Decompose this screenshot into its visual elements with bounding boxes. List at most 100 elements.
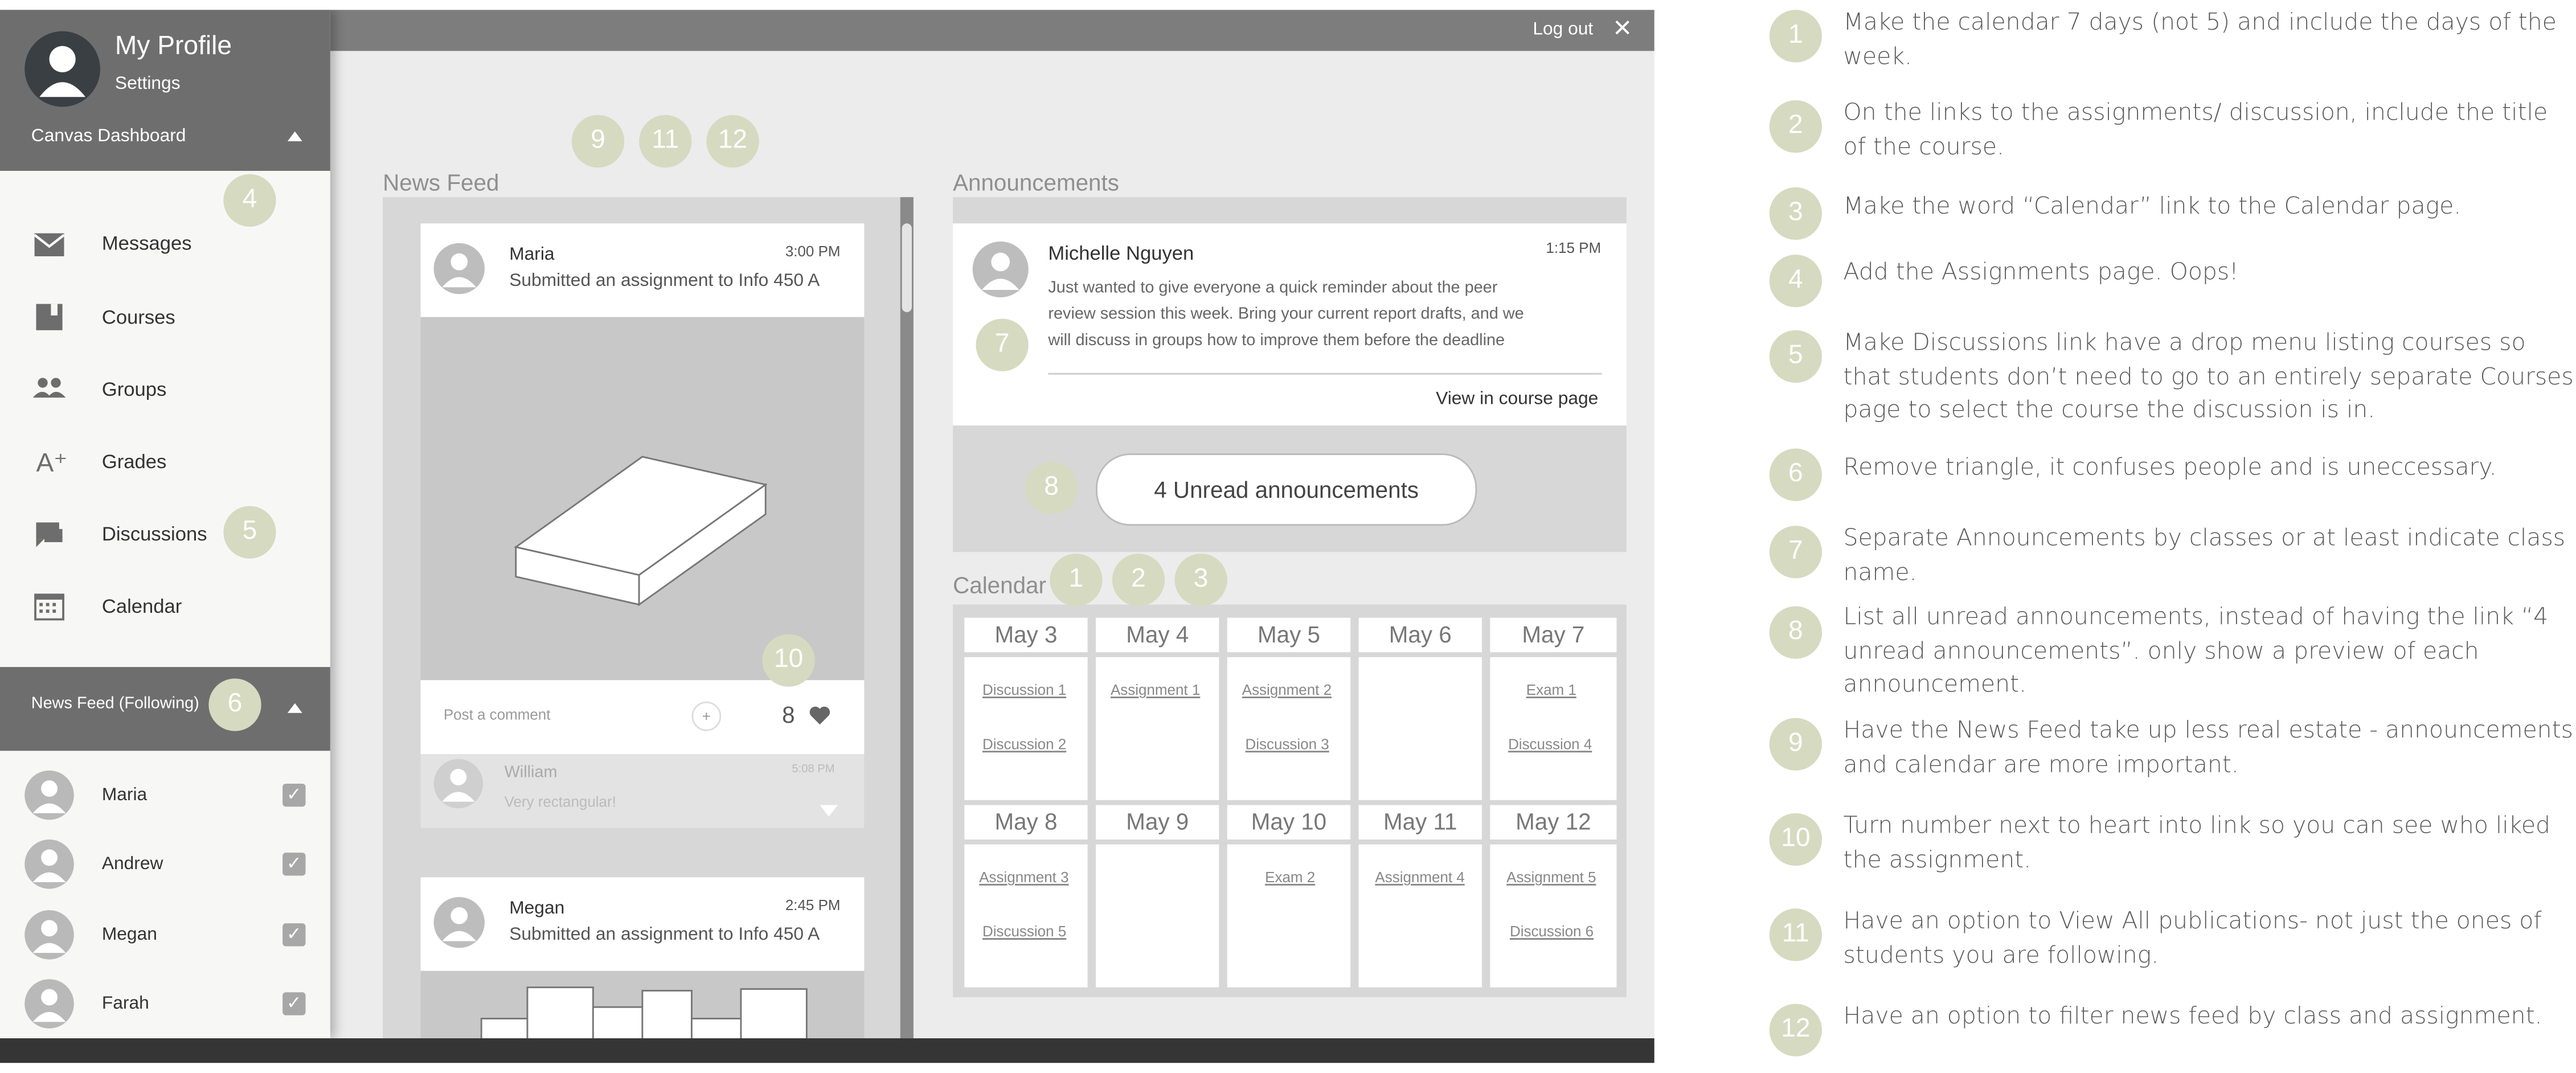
plus-icon: +: [702, 708, 711, 725]
view-in-course-link[interactable]: View in course page: [1436, 390, 1598, 409]
announcement-time: 1:15 PM: [1546, 240, 1602, 256]
note-text: Make the word “Calendar” link to the Cal…: [1843, 194, 2462, 220]
calendar-event-link[interactable]: Discussion 4: [1508, 736, 1592, 752]
calendar-event-link[interactable]: Discussion 2: [982, 736, 1066, 752]
calendar-event-link[interactable]: Assignment 4: [1375, 869, 1464, 886]
calendar-event-link[interactable]: Exam 1: [1526, 682, 1576, 698]
calendar-day-header: May 4: [1096, 617, 1219, 653]
calendar-cell: [1096, 657, 1219, 800]
profile-header: My Profile Settings Canvas Dashboard: [0, 10, 330, 171]
follow-checkbox[interactable]: ✓: [282, 992, 306, 1015]
note-badge: 8: [1769, 606, 1823, 659]
heart-icon[interactable]: [808, 705, 831, 726]
news-feed-scrollbar[interactable]: [900, 197, 914, 1039]
calendar-cell: [1490, 844, 1617, 988]
calendar-icon: [34, 593, 64, 621]
calendar-cell: [1227, 844, 1351, 988]
announcement-body-line: review session this week. Bring your cur…: [1048, 305, 1524, 324]
collapse-triangle-icon[interactable]: [287, 131, 302, 142]
calendar-event-link[interactable]: Discussion 6: [1510, 923, 1594, 940]
sidebar: My Profile Settings Canvas Dashboard Mes…: [0, 10, 330, 1039]
following-header-label[interactable]: News Feed (Following): [31, 695, 199, 713]
calendar-event-link[interactable]: Assignment 5: [1506, 869, 1596, 886]
expand-triangle-icon[interactable]: [820, 805, 838, 817]
settings-link[interactable]: Settings: [115, 74, 181, 94]
post-text: Submitted an assignment to Info 450 A: [509, 271, 820, 291]
note-text: Have an option to View All publications-…: [1843, 908, 2542, 969]
calendar-event-link[interactable]: Discussion 5: [982, 923, 1066, 940]
calendar-day-header: May 5: [1227, 617, 1351, 653]
collapse-triangle-icon[interactable]: [287, 703, 302, 713]
reply-text: Very rectangular!: [504, 793, 616, 810]
follow-checkbox[interactable]: ✓: [282, 923, 306, 947]
following-name[interactable]: Farah: [102, 994, 149, 1014]
feed-post-header: Maria 3:00 PM Submitted an assignment to…: [420, 223, 865, 317]
divider: [1048, 372, 1602, 375]
nav-calendar[interactable]: Calendar: [102, 595, 182, 617]
nav-groups[interactable]: Groups: [102, 378, 167, 400]
bottom-bar: [0, 1038, 1654, 1063]
follow-checkbox[interactable]: ✓: [282, 783, 306, 807]
note-text: Turn number next to heart into link so y…: [1843, 813, 2551, 874]
post-image[interactable]: [420, 317, 865, 681]
following-name[interactable]: Maria: [102, 785, 147, 805]
marker-badge: 12: [706, 114, 759, 168]
following-name[interactable]: Andrew: [102, 854, 163, 874]
note-text: Make the calendar 7 days (not 5) and inc…: [1843, 10, 2557, 70]
avatar: [24, 839, 74, 889]
calendar-cell: [1358, 657, 1482, 800]
avatar: [433, 243, 485, 294]
groups-icon: [32, 378, 66, 398]
avatar: [24, 979, 74, 1029]
following-name[interactable]: Megan: [102, 925, 157, 945]
calendar-day-header: May 8: [964, 805, 1088, 840]
marker-badge: 9: [571, 114, 625, 168]
note-text: Separate Announcements by classes or at …: [1843, 526, 2566, 586]
bar-illustration: [480, 986, 808, 1039]
scrollbar-thumb[interactable]: [902, 223, 912, 313]
profile-avatar[interactable]: [24, 31, 100, 107]
post-image[interactable]: [420, 970, 865, 1039]
avatar: [433, 759, 484, 809]
nav-grades[interactable]: Grades: [102, 450, 167, 473]
follow-checkbox[interactable]: ✓: [282, 853, 306, 876]
calendar-day-header: May 10: [1227, 805, 1351, 840]
close-icon[interactable]: ×: [1613, 10, 1632, 49]
post-author[interactable]: Maria: [509, 245, 554, 265]
calendar-day-header: May 11: [1358, 805, 1482, 840]
calendar-event-link[interactable]: Discussion 3: [1246, 736, 1329, 752]
comment-input[interactable]: Post a comment: [444, 706, 551, 723]
calendar-event-link[interactable]: Assignment 2: [1242, 682, 1332, 698]
post-author[interactable]: Megan: [509, 899, 564, 919]
annotated-wireframe: Log out × My Profile Settings Canvas Das…: [0, 0, 2576, 1073]
note-badge: 1: [1769, 10, 1823, 63]
nav-discussions[interactable]: Discussions: [102, 522, 207, 545]
reply: William 5:08 PM Very rectangular!: [420, 754, 865, 828]
reply-author[interactable]: William: [505, 764, 558, 782]
calendar-event-link[interactable]: Discussion 1: [982, 682, 1066, 698]
logout-link[interactable]: Log out: [1533, 20, 1593, 40]
calendar-title[interactable]: Calendar: [953, 572, 1046, 598]
calendar-cell: [1490, 657, 1617, 800]
canvas-dashboard-label[interactable]: Canvas Dashboard: [31, 126, 186, 146]
calendar-day-header: May 12: [1490, 805, 1617, 840]
nav-courses[interactable]: Courses: [102, 306, 175, 329]
calendar-event-link[interactable]: Exam 2: [1265, 869, 1315, 886]
profile-name[interactable]: My Profile: [115, 33, 232, 63]
unread-announcements-button[interactable]: 4 Unread announcements: [1096, 453, 1477, 526]
note-badge: 6: [1769, 448, 1823, 501]
marker-badge: 5: [223, 506, 276, 559]
calendar-day-header: May 6: [1358, 617, 1482, 653]
announcement-author[interactable]: Michelle Nguyen: [1048, 241, 1194, 264]
add-comment-button[interactable]: +: [691, 701, 722, 731]
feed-post-header: Megan 2:45 PM Submitted an assignment to…: [420, 877, 865, 971]
nav-messages[interactable]: Messages: [102, 232, 192, 255]
marker-badge: 6: [208, 678, 261, 731]
calendar-event-link[interactable]: Assignment 3: [979, 869, 1068, 886]
chat-icon: [36, 522, 63, 547]
calendar-event-link[interactable]: Assignment 1: [1111, 682, 1200, 698]
marker-badge: 3: [1174, 554, 1227, 607]
calendar-day-header: May 3: [964, 617, 1088, 653]
like-count[interactable]: 8: [782, 702, 794, 728]
note-badge: 4: [1769, 255, 1823, 308]
